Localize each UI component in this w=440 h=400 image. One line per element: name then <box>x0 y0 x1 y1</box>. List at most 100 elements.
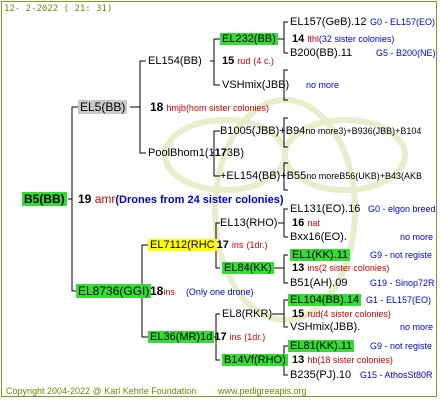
g4-name-7-text[interactable]: EL104(BB).14 <box>288 294 362 306</box>
g3-desc-3: no more3)+B936(JBB)+B104 <box>305 126 422 136</box>
g3-mating-1: 14 lthl(32 sister colonies) <box>292 32 394 46</box>
g2-num-4: 17 <box>214 331 227 343</box>
g3-desc-8: (18 sister colonies) <box>317 355 393 365</box>
g3-node-3[interactable]: B1005(JBB)+B94no more3)+B936(JBB)+B104 <box>220 124 421 138</box>
g3-id-1[interactable]: EL232(BB) <box>220 33 278 45</box>
g1-node-bottom[interactable]: EL8736(GGI) <box>76 284 152 298</box>
g3-num-8: 13 <box>292 354 305 366</box>
g4-info-10: G15 - AthosSt80R <box>360 370 433 380</box>
g2-node-1[interactable]: EL154(BB) <box>148 54 202 68</box>
g1-mating-bottom: 18ins (Only one drone) <box>150 284 253 299</box>
g3-node-6[interactable]: EL84(KK) <box>222 261 274 275</box>
g3-node-4[interactable]: +EL154(BB)+B55no moreB56(UKB)+B43(AKB <box>220 169 422 183</box>
g3-num-5: 16 <box>292 217 305 229</box>
g3-desc-2: no more <box>306 80 340 90</box>
print-date: 12- 2-2022 ( 21: 31) <box>4 4 113 14</box>
g4-name-1[interactable]: EL157(GeB).12 <box>290 15 366 29</box>
g3-id-5[interactable]: EL13(RHO) <box>220 217 277 229</box>
g3-mating-5: 16 nat <box>292 216 320 230</box>
g2-id-2[interactable]: PoolBhom1(1 <box>148 147 215 159</box>
g4-name-10[interactable]: B235(PJ).10 <box>290 368 351 382</box>
copyright-text: Copyright 2004-2022 @ Karl Kehrle Founda… <box>6 386 197 396</box>
g3-id-4[interactable]: +EL154(BB)+B55 <box>220 170 306 182</box>
g3-id-3[interactable]: B1005(JBB)+B94 <box>220 125 305 137</box>
g3-id-2[interactable]: VSHmix(JBB) <box>222 79 289 91</box>
g4-info-2: G5 - B200(NE) <box>376 48 436 58</box>
g4-name-7[interactable]: EL104(BB).14 <box>288 293 362 307</box>
root-id[interactable]: B5(BB) <box>22 192 67 206</box>
g3-symbol-8: hb <box>307 355 318 365</box>
g4-info-7: G1 - EL157(EO) <box>366 295 432 305</box>
site-link[interactable]: www.pedigreeapis.org <box>218 384 307 398</box>
g3-desc-1: (32 sister colonies) <box>318 34 395 44</box>
root-mating: 19 amr(Drones from 24 sister colonies) <box>78 192 283 207</box>
g4-name-3[interactable]: EL131(EO).16 <box>290 202 360 216</box>
g2-node-3[interactable]: EL7112(RHC 17 ins (1dr.) <box>148 238 268 252</box>
g1-desc-top: (hom sister colonies) <box>185 103 269 113</box>
g2-desc-3: (1dr.) <box>246 240 268 250</box>
g2-id-3[interactable]: EL7112(RHC <box>148 239 217 251</box>
g1-symbol-top: hmjb <box>166 103 186 113</box>
g2-id-4[interactable]: EL36(MR)1d <box>148 331 215 343</box>
g4-info-8: no more <box>400 322 434 332</box>
g2-num-3: 17 <box>216 239 229 251</box>
g3-node-8[interactable]: B14Vf(RHO) <box>222 353 288 367</box>
g1-num-bottom: 18 <box>150 284 164 298</box>
g3-node-5[interactable]: EL13(RHO) <box>220 216 277 230</box>
g2-node-2[interactable]: PoolBhom1(1173B) <box>148 146 244 160</box>
g3-num-1: 14 <box>292 33 305 45</box>
g2-suffix-2: 3B) <box>226 147 245 159</box>
g3-id-8[interactable]: B14Vf(RHO) <box>222 354 288 366</box>
g1-id-bottom[interactable]: EL8736(GGI) <box>76 284 152 298</box>
g1-symbol-bottom: ins <box>163 287 175 297</box>
g4-name-2[interactable]: B200(BB).11 <box>290 46 352 60</box>
root-node[interactable]: B5(BB) <box>22 192 67 206</box>
g4-name-5[interactable]: EL1(KK).11 <box>290 248 351 262</box>
g3-symbol-7: rud <box>307 309 321 319</box>
g4-name-6[interactable]: B51(AH).09 <box>290 276 347 290</box>
g4-name-9-text[interactable]: EL81(KK).11 <box>288 340 355 352</box>
g4-name-3-text[interactable]: EL131(EO).16 <box>290 203 360 215</box>
g2-desc-1: (4 c.) <box>253 56 274 66</box>
g1-node-top[interactable]: EL5(BB) <box>78 100 128 114</box>
g1-id-top[interactable]: EL5(BB) <box>78 100 128 114</box>
g2-num-2: 17 <box>214 147 227 159</box>
g1-desc-bottom: (Only one drone) <box>185 287 254 297</box>
g4-info-1: G0 - EL157(EO) <box>370 17 436 27</box>
g3-node-2[interactable]: VSHmix(JBB) <box>222 78 289 92</box>
g4-info-9: G9 - not registe <box>370 341 433 351</box>
g3-desc-4: no moreB56(UKB)+B43(AKB <box>306 171 423 181</box>
g4-info-4: no more <box>400 232 434 242</box>
root-symbol: amr <box>94 192 116 206</box>
g4-info-6: G19 - Sinop72R <box>370 278 435 288</box>
g4-info-5: G9 - not registe <box>370 250 433 260</box>
g3-node-7[interactable]: EL8(RKR) <box>222 307 272 321</box>
g3-node-1[interactable]: EL232(BB) <box>220 32 278 46</box>
g3-symbol-5: nat <box>307 218 320 228</box>
g2-mating-1: 15 rud (4 c.) <box>222 54 274 68</box>
g1-num-top: 18 <box>150 100 164 114</box>
g3-mating-7: 15 rud(4 sister colonies) <box>292 307 391 321</box>
g2-desc-4: (1dr.) <box>244 332 266 342</box>
g2-id-1[interactable]: EL154(BB) <box>148 55 202 67</box>
root-desc: (Drones from 24 sister colonies) <box>115 194 284 206</box>
g4-name-5-text[interactable]: EL1(KK).11 <box>290 249 351 261</box>
g4-name-4[interactable]: Bxx16(EO). <box>290 230 347 244</box>
g2-num-1: 15 <box>222 55 235 67</box>
g3-desc-7: (4 sister colonies) <box>320 309 391 319</box>
g3-num-7: 15 <box>292 308 305 320</box>
g3-desc-6: (2 sister colonies) <box>318 263 390 273</box>
g2-node-4[interactable]: EL36(MR)1d 17 ins (1dr.) <box>148 330 265 344</box>
g4-name-9[interactable]: EL81(KK).11 <box>288 339 355 353</box>
g4-name-8[interactable]: VSHmix(JBB). <box>290 320 360 334</box>
g2-symbol-1: rud <box>237 56 251 66</box>
g1-mating-top: 18 hmjb(hom sister colonies) <box>150 100 269 115</box>
g3-id-6[interactable]: EL84(KK) <box>222 262 274 274</box>
g3-mating-6: 13 ins(2 sister colonies) <box>292 261 389 275</box>
g3-mating-8: 13 hb(18 sister colonies) <box>292 353 393 367</box>
g3-symbol-1: lthl <box>307 34 319 44</box>
g3-id-7[interactable]: EL8(RKR) <box>222 308 272 320</box>
root-num: 19 <box>78 192 92 206</box>
g3-num-6: 13 <box>292 262 305 274</box>
g2-symbol-3: ins <box>231 240 244 250</box>
